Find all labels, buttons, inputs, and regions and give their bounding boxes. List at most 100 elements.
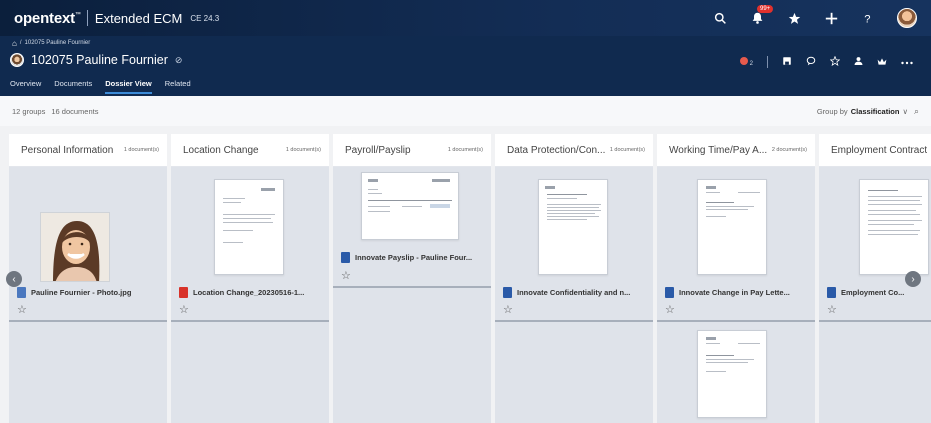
search-icon[interactable] xyxy=(712,10,728,26)
column-title: Working Time/Pay A... xyxy=(669,144,768,156)
group-column-payroll-payslip: Payroll/Payslip 1 document(s) Innovate P… xyxy=(333,134,491,423)
file-name[interactable]: Innovate Confidentiality and n... xyxy=(517,288,630,297)
scroll-left-icon[interactable]: ‹ xyxy=(6,271,22,287)
doc-logo xyxy=(706,337,716,340)
group-by-control[interactable]: Group by Classification ∨ ⌕ xyxy=(817,106,919,117)
doc-line xyxy=(868,234,918,235)
link-icon[interactable]: ⊘ xyxy=(175,55,183,66)
document-thumbnail[interactable] xyxy=(697,179,767,275)
doc-line xyxy=(223,198,245,199)
document-card[interactable]: Pauline Fournier - Photo.jpg ☆ xyxy=(9,167,167,322)
tab-related[interactable]: Related xyxy=(165,79,191,94)
doc-line xyxy=(368,193,382,194)
file-name-row[interactable]: Location Change_20230516-1... xyxy=(179,287,325,298)
status-count: 2 xyxy=(749,61,753,67)
file-name[interactable]: Employment Co... xyxy=(841,288,904,297)
doc-line xyxy=(868,190,898,191)
star-icon[interactable] xyxy=(786,10,802,26)
doc-line xyxy=(706,371,726,372)
file-name[interactable]: Location Change_20230516-1... xyxy=(193,288,304,297)
column-count: 1 document(s) xyxy=(609,147,645,153)
document-card[interactable]: Employment Co... ☆ xyxy=(819,167,931,322)
group-by-label: Group by xyxy=(816,107,848,116)
document-card[interactable]: Innovate Confidentiality and n... ☆ xyxy=(495,167,653,322)
plus-icon[interactable] xyxy=(823,10,839,26)
document-card[interactable]: Innovate Payslip - Pauline Four... ☆ xyxy=(333,167,491,288)
favorite-star-icon[interactable]: ☆ xyxy=(17,303,27,316)
product-name: Extended ECM xyxy=(94,10,183,26)
file-name[interactable]: Pauline Fournier - Photo.jpg xyxy=(31,288,131,297)
home-icon[interactable]: ⌂ xyxy=(12,39,17,48)
doc-logo xyxy=(432,179,450,182)
doc-logo xyxy=(261,188,275,191)
trademark: ™ xyxy=(74,12,81,18)
doc-line xyxy=(368,211,390,212)
doc-logo xyxy=(368,179,378,182)
column-header: Payroll/Payslip 1 document(s) xyxy=(333,134,491,167)
doc-line xyxy=(223,242,243,243)
document-thumbnail[interactable] xyxy=(538,179,608,275)
summary-counts: 12 groups 16 documents xyxy=(12,107,98,116)
document-card[interactable]: Innovate Change in Pay Lette... ☆ xyxy=(657,167,815,322)
doc-line xyxy=(547,198,577,199)
person-icon[interactable] xyxy=(854,56,863,68)
dossier-board: Personal Information 1 document(s) Pauli xyxy=(0,126,931,423)
status-indicator[interactable]: 2 xyxy=(739,57,753,67)
favorite-icon[interactable] xyxy=(829,55,841,68)
scroll-right-icon[interactable]: › xyxy=(905,271,921,287)
file-name-row[interactable]: Innovate Payslip - Pauline Four... xyxy=(341,252,487,263)
document-thumbnail[interactable] xyxy=(361,172,459,240)
doc-line xyxy=(223,230,253,231)
document-card[interactable]: Location Change_20230516-1... ☆ xyxy=(171,167,329,322)
column-header: Data Protection/Con... 1 document(s) xyxy=(495,134,653,167)
doc-line xyxy=(547,216,599,217)
search-icon[interactable]: ⌕ xyxy=(914,106,919,117)
brand-divider xyxy=(86,10,88,26)
file-name[interactable]: Innovate Change in Pay Lette... xyxy=(679,288,790,297)
tab-overview[interactable]: Overview xyxy=(10,79,41,94)
doc-line xyxy=(547,204,601,205)
column-count: 1 document(s) xyxy=(123,147,159,153)
doc-line xyxy=(547,210,601,211)
file-name-row[interactable]: Employment Co... xyxy=(827,287,927,298)
word-file-icon xyxy=(665,287,674,298)
doc-line xyxy=(223,222,273,223)
favorite-star-icon[interactable]: ☆ xyxy=(665,303,675,316)
tab-dossier-view[interactable]: Dossier View xyxy=(105,79,152,94)
workspace-actions: 2 xyxy=(739,55,913,68)
file-name-row[interactable]: Innovate Change in Pay Lette... xyxy=(665,287,811,298)
help-icon[interactable]: ? xyxy=(860,10,876,26)
file-name-row[interactable]: Innovate Confidentiality and n... xyxy=(503,287,649,298)
breadcrumb-item[interactable]: 102075 Pauline Fournier xyxy=(25,40,91,46)
favorite-star-icon[interactable]: ☆ xyxy=(827,303,837,316)
photo-thumbnail[interactable] xyxy=(40,212,110,282)
group-column-data-protection: Data Protection/Con... 1 document(s) Inn… xyxy=(495,134,653,423)
tab-documents[interactable]: Documents xyxy=(54,79,92,94)
pdf-file-icon xyxy=(179,287,188,298)
top-header: opentext ™ Extended ECM CE 24.3 99+ ? xyxy=(0,0,931,36)
favorite-star-icon[interactable]: ☆ xyxy=(503,303,513,316)
brand-logo[interactable]: opentext xyxy=(14,10,75,27)
document-thumbnail-second[interactable] xyxy=(697,330,767,418)
image-file-icon xyxy=(17,287,26,298)
doc-line xyxy=(868,204,922,205)
column-header: Working Time/Pay A... 2 document(s) xyxy=(657,134,815,167)
crown-icon[interactable] xyxy=(877,57,887,68)
bell-icon[interactable]: 99+ xyxy=(749,5,774,26)
group-column-working-time-pay: Working Time/Pay A... 2 document(s) Inno… xyxy=(657,134,815,423)
file-name-row[interactable]: Pauline Fournier - Photo.jpg xyxy=(17,287,163,298)
save-icon[interactable] xyxy=(782,56,792,68)
favorite-star-icon[interactable]: ☆ xyxy=(341,269,351,282)
chevron-down-icon[interactable]: ∨ xyxy=(902,107,908,116)
user-avatar[interactable] xyxy=(897,8,917,28)
file-name[interactable]: Innovate Payslip - Pauline Four... xyxy=(355,253,472,262)
document-thumbnail[interactable] xyxy=(859,179,929,275)
document-thumbnail[interactable] xyxy=(214,179,284,275)
doc-line xyxy=(706,206,754,207)
workspace-avatar-icon xyxy=(10,53,24,67)
more-icon[interactable] xyxy=(901,57,913,67)
comment-icon[interactable] xyxy=(806,56,816,68)
group-by-value[interactable]: Classification xyxy=(851,107,900,116)
breadcrumb-separator: / xyxy=(19,40,22,46)
favorite-star-icon[interactable]: ☆ xyxy=(179,303,189,316)
